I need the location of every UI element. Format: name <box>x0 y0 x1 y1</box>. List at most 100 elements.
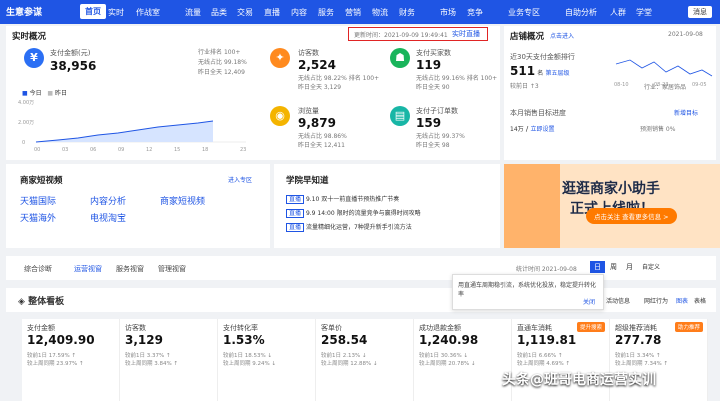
nav-item-realtime[interactable]: 实时 <box>108 7 124 18</box>
brand-logo: 生意参谋 <box>6 8 43 18</box>
nav-item-service[interactable]: 服务 <box>318 7 334 18</box>
stat-card[interactable]: 成功退款金额 1,240.98 较前1日 30.36% ↓ 较上周同期 20.78%… <box>414 319 512 401</box>
x-tick: 12 <box>146 147 152 153</box>
stat-time: 统计时间 2021-09-08 <box>516 266 577 273</box>
nav-item-competition[interactable]: 竞争 <box>467 7 483 18</box>
store-overview-card: 店铺概况 点击进入 2021-09-08 近30天支付金额排行 511 名 第五… <box>504 26 716 160</box>
nav-item-traffic[interactable]: 流量 <box>185 7 201 18</box>
x-tick: 23 <box>240 147 246 153</box>
unit-day-button[interactable]: 日 <box>590 261 605 273</box>
chart-legend: ■ 今日 ■ 昨日 <box>22 90 67 97</box>
video-link-tmall-overseas[interactable]: 天猫海外 <box>20 211 56 224</box>
video-link-merchant-video[interactable]: 商家短视频 <box>160 194 205 207</box>
nav-item-finance[interactable]: 财务 <box>399 7 415 18</box>
nav-item-trade[interactable]: 交易 <box>237 7 253 18</box>
metric-value: 2,524 <box>298 58 336 72</box>
metric-value: 159 <box>416 116 442 130</box>
boost-recommend-badge: 助力推荐 <box>674 322 703 332</box>
realtime-overview-card: 实时概况 更新时间：2021-09-09 19:49:41 实时直播 ¥ 支付金… <box>6 26 500 160</box>
unit-month-button[interactable]: 月 <box>626 262 633 272</box>
nav-item-category[interactable]: 品类 <box>211 7 227 18</box>
table-view-link[interactable]: 表格 <box>694 296 706 305</box>
nav-item-logistics[interactable]: 物流 <box>372 7 388 18</box>
live-link[interactable]: 实时直播 <box>452 29 480 39</box>
nav-item-war-room[interactable]: 作战室 <box>136 7 160 18</box>
tab-diagnosis[interactable]: 综合诊断 <box>24 264 52 274</box>
x-ticks: 00 03 06 09 12 15 18 23 <box>34 147 246 153</box>
metric-label: 浏览量 <box>298 107 319 115</box>
nav-item-market[interactable]: 市场 <box>440 7 456 18</box>
rank-value-row: 511 名 第五层级 <box>510 64 570 78</box>
messages-button[interactable]: 消息 <box>688 6 712 18</box>
influencer-toggle[interactable]: 网红行为 <box>644 296 668 305</box>
yuan-icon: ¥ <box>24 48 44 68</box>
academy-item[interactable]: 直播 9.9 14:00 限时的流量竞争与赢得时间攻略 <box>286 208 421 218</box>
tab-management[interactable]: 管理视窗 <box>158 264 186 274</box>
promo-banner[interactable]: 逛逛商家小助手正式上线啦！ 点击关注 查看更多信息 > <box>504 164 720 248</box>
video-link-tv-taobao[interactable]: 电视淘宝 <box>90 211 126 224</box>
stat-card[interactable]: 支付转化率 1.53% 较前1日 18.53% ↓ 较上周同期 9.24% ↓ <box>218 319 316 401</box>
x-tick: 00 <box>34 147 40 153</box>
watermark: 头条@班哥电商运营实训 <box>502 372 656 388</box>
metric-compare: 无线占比 99.37% 昨日全天 98 <box>416 133 465 149</box>
boost-search-badge: 提升搜索 <box>576 322 605 332</box>
nav-item-content[interactable]: 内容 <box>291 7 307 18</box>
video-link-tmall-global[interactable]: 天猫国际 <box>20 194 56 207</box>
stat-card[interactable]: 支付金额 12,409.90 较前1日 17.59% ↑ 较上周同期 23.97% … <box>22 319 120 401</box>
stat-card[interactable]: 客单价 258.54 较前1日 2.13% ↓ 较上周同期 12.88% ↓ <box>316 319 414 401</box>
nav-item-business-zone[interactable]: 业务专区 <box>508 7 540 18</box>
banner-decoration <box>504 164 560 248</box>
nav-item-live[interactable]: 直播 <box>264 7 280 18</box>
rank-note: 较前日 ↑3 <box>510 83 539 90</box>
pay-compare: 行业排名 100+ 无线占比 99.18% 昨日全天 12,409 <box>198 49 247 76</box>
tooltip-close-button[interactable]: 关闭 <box>583 297 595 306</box>
x-tick: 15 <box>174 147 180 153</box>
rank-label: 近30天支付金额排行 <box>510 53 575 61</box>
chart-view-link[interactable]: 图表 <box>676 296 688 305</box>
nav-item-crowd[interactable]: 人群 <box>610 7 626 18</box>
growth-done: 预测销售 0% <box>640 126 676 133</box>
unit-week-button[interactable]: 周 <box>610 262 617 272</box>
orders-icon: ▤ <box>390 106 410 126</box>
x-tick: 08-10 <box>614 82 629 88</box>
nav-item-academy[interactable]: 学堂 <box>636 7 652 18</box>
video-link-content-analysis[interactable]: 内容分析 <box>90 194 126 207</box>
nav-item-marketing[interactable]: 营销 <box>345 7 361 18</box>
overview-header: ◈ 整体看板 活动信息 网红行为 图表 表格 <box>6 288 716 312</box>
tab-service[interactable]: 服务视窗 <box>116 264 144 274</box>
academy-card: 学院早知道 直播 9.10 双十一前直播节预热推广节奏 直播 9.9 14:00… <box>274 164 500 248</box>
x-tick: 09-05 <box>692 82 707 88</box>
store-more-link[interactable]: 点击进入 <box>550 31 574 40</box>
card-title: 商家短视频 <box>20 176 63 186</box>
growth-link[interactable]: 新增目标 <box>674 108 698 117</box>
y-tick: 2.00万 <box>18 120 34 126</box>
metric-compare: 无线占比 98.86% 昨日全天 12,411 <box>298 133 347 149</box>
nav-item-home[interactable]: 首页 <box>80 4 106 19</box>
store-date: 2021-09-08 <box>668 31 703 38</box>
buyers-icon: ☗ <box>390 48 410 68</box>
video-zone-link[interactable]: 进入专区 <box>228 175 252 184</box>
update-time: 更新时间：2021-09-09 19:49:41 <box>354 32 448 39</box>
pay-label: 支付金额(元) <box>50 49 91 57</box>
stat-card[interactable]: 访客数 3,129 较前1日 3.37% ↑ 较上周同期 3.84% ↑ <box>120 319 218 401</box>
tab-operations[interactable]: 运营视窗 <box>74 264 102 274</box>
academy-item[interactable]: 直播 9.10 双十一前直播节预热推广节奏 <box>286 194 399 204</box>
x-tick: 06 <box>90 147 96 153</box>
academy-item[interactable]: 直播 流量精细化运营，7种提升新手引流方法 <box>286 222 412 232</box>
growth-title: 本月销售目标进度 <box>510 109 566 117</box>
x-tick: 09 <box>118 147 124 153</box>
nav-item-self-analysis[interactable]: 自助分析 <box>565 7 597 18</box>
y-tick: 0 <box>22 140 25 146</box>
short-video-card: 商家短视频 进入专区 天猫国际 内容分析 商家短视频 天猫海外 电视淘宝 <box>6 164 270 248</box>
x-tick: 18 <box>202 147 208 153</box>
card-title: 店铺概况 <box>510 32 545 42</box>
metric-label: 支付买家数 <box>416 49 451 57</box>
card-title: 实时概况 <box>12 32 47 42</box>
top-navigation-bar: 生意参谋 首页 实时 作战室 流量 品类 交易 直播 内容 服务 营销 物流 财… <box>0 0 720 24</box>
card-title: 学院早知道 <box>286 176 329 186</box>
banner-cta[interactable]: 点击关注 查看更多信息 > <box>586 208 677 224</box>
metric-compare: 无线占比 98.22% 排名 100+ 昨日全天 3,129 <box>298 75 380 91</box>
metric-label: 支付子订单数 <box>416 107 458 115</box>
activity-info-link[interactable]: 活动信息 <box>606 296 630 305</box>
unit-custom-button[interactable]: 自定义 <box>642 262 660 271</box>
